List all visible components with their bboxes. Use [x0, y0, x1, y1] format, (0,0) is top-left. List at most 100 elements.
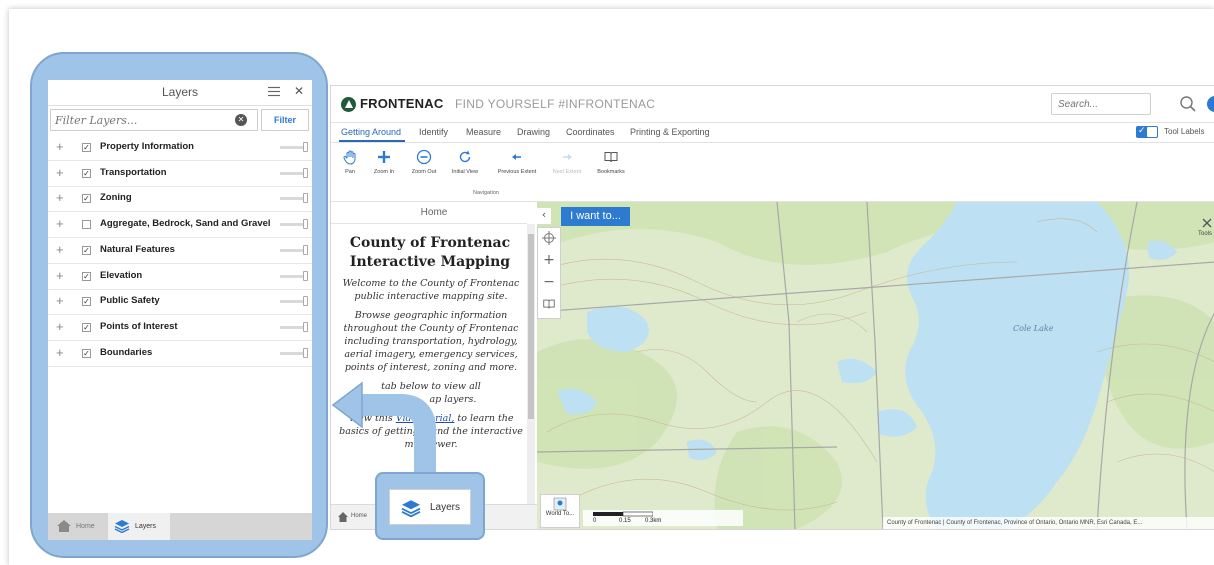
- zoom-in-button[interactable]: Zoom In: [367, 143, 401, 175]
- search-input[interactable]: [1051, 93, 1151, 115]
- layers-tab[interactable]: Layers: [108, 513, 170, 540]
- browse-paragraph: Browse geographic information throughout…: [343, 310, 519, 373]
- zoom-out-button[interactable]: Zoom Out: [407, 143, 441, 175]
- expand-icon[interactable]: +: [56, 268, 64, 283]
- close-icon[interactable]: ✕: [294, 84, 304, 98]
- opacity-slider[interactable]: [280, 296, 308, 307]
- layer-row[interactable]: + ✓ Property Information: [48, 135, 312, 161]
- tools-label[interactable]: Tools: [1198, 231, 1212, 237]
- filter-button[interactable]: Filter: [261, 109, 309, 131]
- locate-button[interactable]: [538, 228, 560, 248]
- search-icon[interactable]: [1179, 95, 1197, 113]
- next-extent-button[interactable]: Next Extent: [547, 143, 587, 175]
- hand-icon: [343, 150, 356, 165]
- map-canvas[interactable]: [537, 202, 1214, 529]
- map-bookmarks-button[interactable]: [538, 294, 560, 314]
- account-icon[interactable]: [1207, 96, 1214, 112]
- opacity-slider[interactable]: [280, 244, 308, 255]
- layers-tab-button[interactable]: Layers: [389, 489, 471, 525]
- layer-checkbox[interactable]: ✓: [82, 143, 91, 152]
- layer-name: Boundaries: [100, 346, 153, 358]
- i-want-to-button[interactable]: I want to...: [561, 207, 630, 226]
- home-tab-label[interactable]: Home: [351, 513, 367, 519]
- brand-name: FRONTENAC: [360, 96, 444, 111]
- expand-icon[interactable]: +: [56, 345, 64, 360]
- layer-checkbox[interactable]: ✓: [82, 245, 91, 255]
- map-zoom-in-button[interactable]: +: [538, 250, 560, 270]
- pan-button[interactable]: Pan: [335, 143, 365, 175]
- map-lake-label: Cole Lake: [1013, 324, 1054, 333]
- layers-icon: [114, 520, 130, 533]
- video-tutorial-link-a[interactable]: Vide: [396, 413, 417, 424]
- scroll-thumb[interactable]: [528, 234, 534, 419]
- expand-icon[interactable]: +: [56, 242, 64, 257]
- expand-icon[interactable]: +: [56, 165, 64, 180]
- map-viewer-app: FRONTENAC FIND YOURSELF #INFRONTENAC Get…: [330, 85, 1214, 530]
- zoom-out-icon: [416, 149, 432, 165]
- basemap-label: World To...: [545, 511, 575, 517]
- tab-drawing[interactable]: Drawing: [517, 127, 550, 137]
- clear-filter-icon[interactable]: ✕: [235, 114, 247, 126]
- layer-checkbox[interactable]: ✓: [82, 168, 91, 178]
- opacity-slider[interactable]: [280, 321, 308, 332]
- layers-tip-line1: tab below to view all: [381, 381, 481, 392]
- tab-measure[interactable]: Measure: [466, 127, 501, 137]
- tab-coordinates[interactable]: Coordinates: [566, 127, 615, 137]
- expand-icon[interactable]: +: [56, 190, 64, 205]
- layers-icon: [401, 500, 421, 517]
- map-zoom-out-button[interactable]: −: [538, 272, 560, 292]
- initial-view-button[interactable]: Initial View: [447, 143, 483, 175]
- basemap-switcher[interactable]: World To...: [540, 494, 580, 528]
- map-controls: + −: [537, 227, 561, 319]
- tool-labels-toggle[interactable]: ✓: [1136, 125, 1158, 138]
- opacity-slider[interactable]: [280, 347, 308, 358]
- opacity-slider[interactable]: [280, 270, 308, 281]
- map-attribution: County of Frontenac | County of Frontena…: [883, 517, 1214, 529]
- expand-icon[interactable]: +: [56, 139, 64, 154]
- tools-icon[interactable]: [1200, 216, 1214, 230]
- opacity-slider[interactable]: [280, 142, 308, 152]
- layer-row[interactable]: + Aggregate, Bedrock, Sand and Gravel: [48, 212, 312, 239]
- layer-name: Property Information: [100, 141, 194, 152]
- frontenac-logo-icon: [341, 97, 356, 112]
- tab-identify[interactable]: Identify: [419, 127, 448, 137]
- tutorial-text-d: und the interactive: [430, 426, 523, 437]
- bookmarks-button[interactable]: Bookmarks: [593, 143, 629, 175]
- home-icon: [57, 520, 71, 532]
- check-icon: ✓: [1138, 125, 1146, 135]
- opacity-slider[interactable]: [280, 167, 308, 178]
- layer-checkbox[interactable]: ✓: [82, 348, 91, 358]
- opacity-slider[interactable]: [280, 193, 308, 204]
- layer-checkbox[interactable]: ✓: [82, 271, 91, 281]
- layer-row[interactable]: + ✓ Natural Features: [48, 238, 312, 264]
- opacity-slider[interactable]: [280, 219, 308, 230]
- home-panel-scrollbar[interactable]: [527, 224, 535, 504]
- navigation-group-label: Navigation: [473, 190, 499, 196]
- tab-printing-exporting[interactable]: Printing & Exporting: [630, 127, 710, 137]
- layer-row[interactable]: + ✓ Zoning: [48, 186, 312, 213]
- expand-icon[interactable]: +: [56, 319, 64, 334]
- video-tutorial-link-b[interactable]: orial,: [429, 413, 454, 424]
- layer-checkbox[interactable]: ✓: [82, 194, 91, 204]
- zoom-out-label: Zoom Out: [411, 169, 437, 175]
- expand-icon[interactable]: +: [56, 293, 64, 308]
- layer-checkbox[interactable]: ✓: [82, 322, 91, 332]
- home-icon[interactable]: [337, 511, 349, 523]
- expand-icon[interactable]: +: [56, 216, 64, 231]
- filter-layers-input[interactable]: [50, 109, 258, 131]
- layer-row[interactable]: + ✓ Points of Interest: [48, 315, 312, 341]
- layer-row[interactable]: + ✓ Public Safety: [48, 289, 312, 316]
- active-tab-indicator: [339, 140, 405, 142]
- layer-checkbox[interactable]: [82, 220, 91, 230]
- tab-getting-around[interactable]: Getting Around: [341, 127, 401, 137]
- previous-extent-button[interactable]: Previous Extent: [491, 143, 543, 175]
- ribbon-tabs: Getting Around Identify Measure Drawing …: [331, 123, 1214, 143]
- layer-checkbox[interactable]: ✓: [82, 297, 91, 307]
- layer-row[interactable]: + ✓ Transportation: [48, 161, 312, 187]
- layer-row[interactable]: + ✓ Boundaries: [48, 341, 312, 367]
- menu-icon[interactable]: [268, 86, 280, 97]
- home-tab[interactable]: Home: [48, 513, 108, 540]
- layer-row[interactable]: + ✓ Elevation: [48, 264, 312, 290]
- collapse-panel-button[interactable]: ‹: [537, 208, 551, 224]
- layers-tab-label: Layers: [135, 523, 157, 530]
